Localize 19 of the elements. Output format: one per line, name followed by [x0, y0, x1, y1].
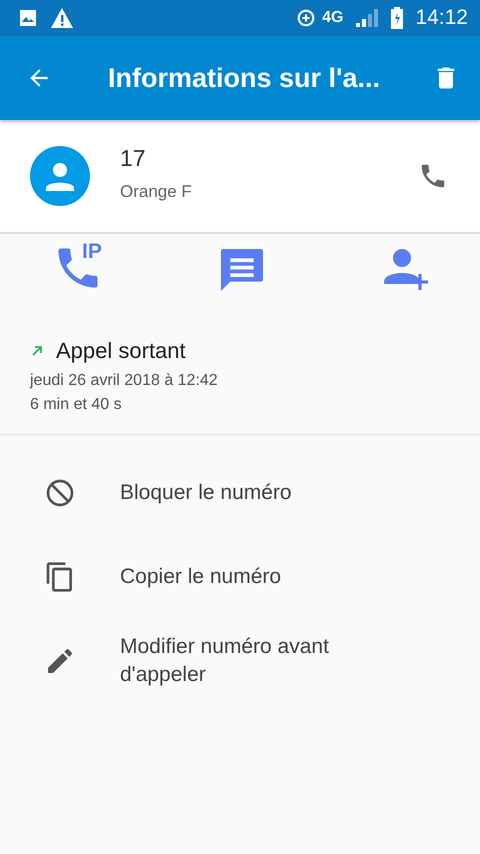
outgoing-arrow-icon — [30, 344, 44, 358]
data-saver-icon — [296, 8, 316, 28]
operator-label: Orange F — [120, 182, 193, 202]
block-icon — [44, 477, 76, 509]
call-duration: 6 min et 40 s — [30, 396, 123, 414]
screen-title: Informations sur l'a... — [108, 62, 381, 94]
menu-item[interactable]: Bloquer le numéro — [0, 451, 480, 535]
battery-icon — [391, 7, 404, 29]
network-label: 4G — [322, 9, 344, 27]
avatar-icon — [30, 146, 90, 206]
image-icon — [18, 8, 38, 28]
signal-icon — [355, 9, 380, 27]
call-date: jeudi 26 avril 2018 à 12:42 — [30, 372, 219, 390]
clock: 14:12 — [415, 6, 468, 30]
warning-icon — [50, 7, 74, 29]
menu-item[interactable]: Copier le numéro — [0, 535, 480, 619]
call-type: Appel sortant — [56, 338, 186, 364]
menu-item[interactable]: Modifier numéro avant d'appeler — [0, 619, 480, 703]
phone-number: 17 — [120, 144, 147, 172]
